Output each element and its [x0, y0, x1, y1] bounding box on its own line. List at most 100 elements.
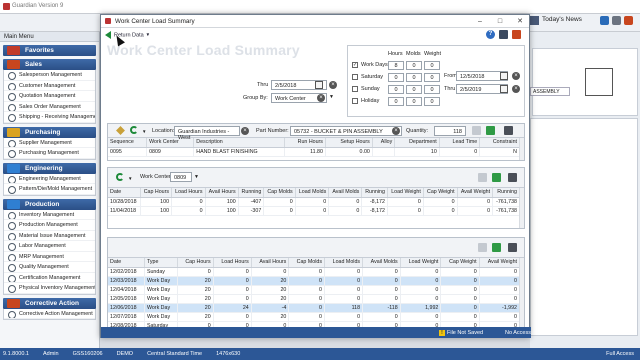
menu-item[interactable]: Quotation Management: [4, 91, 95, 102]
column-header[interactable]: Lead Time: [439, 138, 481, 148]
column-header[interactable]: Avail Molds: [328, 188, 363, 198]
day-type-value[interactable]: 0: [388, 97, 404, 106]
menu-item[interactable]: Supplier Management: [4, 138, 95, 148]
refresh-icon[interactable]: [116, 173, 124, 181]
table-row[interactable]: 11/04/2018 100 0 100 -307 0 0 0 -8,172 0 0 0 -761,73…: [108, 206, 520, 216]
menu-item[interactable]: Salesperson Management: [4, 70, 95, 81]
calendar-icon[interactable]: [500, 85, 508, 93]
column-header[interactable]: Avail Weight: [479, 258, 521, 268]
work-center-select[interactable]: 0809: [170, 172, 192, 182]
menu-item[interactable]: Physical Inventory Management: [4, 283, 95, 294]
menu-item[interactable]: Pattern/Die/Mold Management: [4, 184, 95, 195]
day-type-value[interactable]: 0: [388, 73, 404, 82]
clear-icon[interactable]: ×: [329, 81, 337, 89]
export-excel-icon[interactable]: [492, 243, 501, 252]
menu-group-header[interactable]: Favorites: [3, 45, 96, 56]
calendar-icon[interactable]: [315, 81, 323, 89]
column-header[interactable]: Cap Weight: [423, 188, 458, 198]
day-type-checkbox[interactable]: [352, 86, 358, 92]
column-header[interactable]: Type: [144, 258, 179, 268]
day-type-value[interactable]: 0: [406, 73, 422, 82]
column-header[interactable]: Load Hours: [171, 188, 206, 198]
todays-news-link[interactable]: Today's News: [542, 16, 582, 23]
column-header[interactable]: Alloy: [372, 138, 396, 148]
column-header[interactable]: Description: [193, 138, 285, 148]
menu-item[interactable]: Labor Management: [4, 241, 95, 252]
chevron-down-icon[interactable]: ▼: [194, 174, 199, 180]
clear-icon[interactable]: ×: [512, 85, 520, 93]
column-header[interactable]: Cap Molds: [263, 188, 296, 198]
print-icon[interactable]: [508, 173, 517, 182]
table-row[interactable]: 12/03/2018 Work Day 20 0 20 0 0 0 0 0 0: [108, 276, 521, 286]
quantity-field[interactable]: 118: [434, 126, 466, 136]
chevron-down-icon[interactable]: ▼: [329, 94, 334, 100]
column-header[interactable]: Load Weight: [387, 188, 424, 198]
column-header[interactable]: Load Hours: [213, 258, 252, 268]
print-icon[interactable]: [504, 126, 513, 135]
grid-settings-icon[interactable]: [472, 126, 481, 135]
table-row[interactable]: 12/06/2018 Work Day 20 24 -4 0 118 -118 1,992 0 -1…: [108, 303, 521, 313]
vertical-scrollbar[interactable]: [519, 188, 524, 228]
column-header[interactable]: Cap Molds: [288, 258, 325, 268]
grid-settings-icon[interactable]: [478, 173, 487, 182]
day-type-checkbox[interactable]: ✓: [352, 62, 358, 68]
vertical-scrollbar[interactable]: [519, 138, 524, 160]
menu-item[interactable]: Engineering Management: [4, 174, 95, 184]
day-type-value[interactable]: 0: [388, 85, 404, 94]
menu-item[interactable]: Shipping - Receiving Management: [4, 112, 95, 123]
print-icon[interactable]: [508, 243, 517, 252]
menu-item[interactable]: Purchasing Management: [4, 148, 95, 159]
menu-item[interactable]: Corrective Action Management: [4, 309, 95, 319]
exit-icon[interactable]: [624, 16, 633, 25]
menu-item[interactable]: MRP Management: [4, 252, 95, 262]
grid-settings-icon[interactable]: [478, 243, 487, 252]
help-icon[interactable]: ?: [486, 30, 495, 39]
clear-icon[interactable]: ×: [241, 127, 249, 135]
day-type-value[interactable]: 0: [424, 73, 440, 82]
menu-item[interactable]: Production Management: [4, 220, 95, 231]
menu-group-header[interactable]: Purchasing: [3, 126, 96, 138]
menu-group-header[interactable]: Sales: [3, 59, 96, 70]
column-header[interactable]: Running: [492, 188, 520, 198]
table-row[interactable]: 10/28/2018 100 0 100 -407 0 0 0 -8,172 0 0 0 -761,73…: [108, 197, 520, 207]
menu-group-header[interactable]: Corrective Action: [3, 297, 96, 309]
menu-item[interactable]: Inventory Management: [4, 210, 95, 220]
menu-item[interactable]: Material Issue Management: [4, 231, 95, 241]
menu-item[interactable]: Certification Management: [4, 273, 95, 283]
export-excel-icon[interactable]: [492, 173, 501, 182]
dialog-titlebar[interactable]: Work Center Load Summary – □ ✕: [101, 15, 529, 28]
return-data-button[interactable]: Return Data ▼: [105, 31, 150, 39]
column-header[interactable]: Setup Hours: [325, 138, 373, 148]
export-excel-icon[interactable]: [486, 126, 495, 135]
day-type-value[interactable]: 0: [406, 97, 422, 106]
monitor-icon[interactable]: [499, 30, 508, 39]
chevron-down-icon[interactable]: ▼: [142, 129, 146, 134]
background-assembly-field[interactable]: ASSEMBLY: [530, 87, 570, 96]
column-header[interactable]: Load Weight: [400, 258, 442, 268]
column-header[interactable]: Running: [238, 188, 265, 198]
clear-icon[interactable]: ×: [392, 127, 400, 135]
column-header[interactable]: Cap Weight: [440, 258, 480, 268]
day-type-value[interactable]: 0: [406, 61, 422, 70]
column-header[interactable]: Avail Hours: [205, 188, 239, 198]
column-header[interactable]: Avail Weight: [457, 188, 494, 198]
day-type-value[interactable]: 0: [406, 85, 422, 94]
table-row[interactable]: 12/04/2018 Work Day 20 0 20 0 0 0 0 0 0: [108, 285, 521, 295]
column-header[interactable]: Date: [108, 258, 145, 268]
edit-icon[interactable]: [116, 126, 125, 135]
menu-item[interactable]: Customer Management: [4, 81, 95, 91]
column-header[interactable]: Avail Molds: [362, 258, 401, 268]
menu-item[interactable]: Quality Management: [4, 262, 95, 273]
table-row[interactable]: 12/05/2018 Work Day 20 0 20 0 0 0 0 0 0: [108, 294, 521, 304]
column-header[interactable]: Department: [394, 138, 440, 148]
menu-group-header[interactable]: Engineering: [3, 162, 96, 174]
column-header[interactable]: Load Molds: [295, 188, 330, 198]
menu-group-header[interactable]: Production: [3, 198, 96, 210]
day-type-value[interactable]: 0: [424, 61, 440, 70]
minimize-button[interactable]: –: [471, 16, 489, 27]
clear-icon[interactable]: ×: [317, 94, 325, 102]
day-type-value[interactable]: 8: [388, 61, 404, 70]
day-type-value[interactable]: 0: [424, 97, 440, 106]
exit-icon[interactable]: [512, 30, 521, 39]
day-type-checkbox[interactable]: [352, 74, 358, 80]
